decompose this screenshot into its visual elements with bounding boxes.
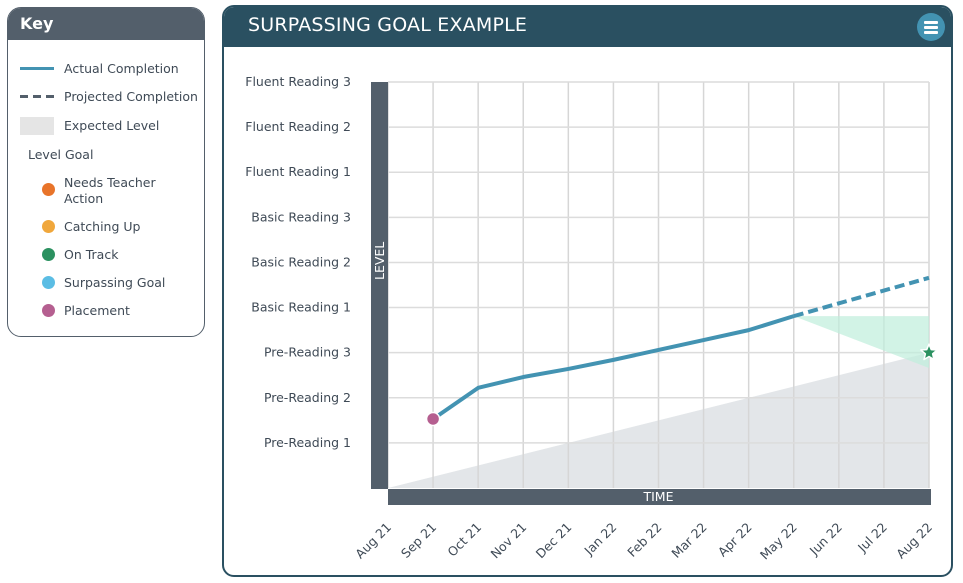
key-title: Key (8, 8, 204, 40)
key-item-expected: Expected Level (64, 118, 159, 133)
key-goal-label: On Track (64, 247, 119, 262)
x-tick-label: Feb 22 (624, 520, 664, 560)
x-tick-label: Aug 21 (352, 520, 394, 562)
x-tick-label: May 22 (757, 520, 800, 563)
x-tick-label: Jul 22 (854, 520, 890, 556)
chart-panel: SURPASSING GOAL EXAMPLE LEVEL TIME Pre-Rea… (222, 5, 953, 577)
placement-dot-icon (42, 304, 55, 317)
needs-teacher-action-dot-icon (42, 183, 55, 196)
key-goal-catching-up: Catching Up (64, 219, 140, 234)
key-goal-placement: Placement (64, 303, 130, 318)
key-goal-surpassing: Surpassing Goal (64, 275, 165, 290)
key-item-projected: Projected Completion (64, 89, 198, 104)
catching-up-dot-icon (42, 220, 55, 233)
y-tick-label: Fluent Reading 1 (245, 164, 351, 179)
surpassing-goal-dot-icon (42, 276, 55, 289)
expected-level-swatch (20, 117, 54, 135)
progress-chart: LEVEL TIME Pre-Reading 1 Pre-Reading 2 Pre-R… (245, 74, 938, 563)
y-tick-label: Fluent Reading 3 (245, 74, 351, 89)
y-tick-label: Pre-Reading 3 (264, 345, 351, 360)
level-goal-heading-text: Level Goal (28, 147, 94, 162)
on-track-dot-icon (42, 248, 55, 261)
y-tick-label: Basic Reading 2 (251, 254, 351, 269)
y-tick-label: Basic Reading 1 (251, 300, 351, 315)
x-tick-label: Jun 22 (806, 520, 845, 559)
key-item-label: Expected Level (64, 118, 160, 133)
key-goal-needs-teacher-action: Needs Teacher Action (64, 175, 184, 207)
x-tick-label: Sep 21 (398, 520, 439, 561)
level-goal-heading: Level Goal (28, 147, 93, 162)
x-axis-title: TIME (642, 489, 673, 504)
y-tick-label: Pre-Reading 1 (264, 435, 351, 450)
projected-completion-line (793, 275, 930, 319)
key-item-label: Projected Completion (64, 89, 198, 104)
key-item-actual: Actual Completion (64, 61, 179, 76)
y-axis-bar (371, 82, 388, 489)
placement-marker (425, 411, 441, 427)
key-goal-on-track: On Track (64, 247, 118, 262)
x-tick-label: Aug 22 (893, 520, 935, 562)
key-goal-label: Catching Up (64, 219, 141, 234)
x-tick-label: Dec 21 (533, 520, 575, 562)
key-goal-label: Needs Teacher Action (64, 175, 156, 206)
projected-completion-swatch (20, 95, 54, 98)
y-axis-title: LEVEL (372, 242, 387, 280)
actual-completion-swatch (20, 67, 54, 70)
key-item-label: Actual Completion (64, 61, 179, 76)
y-tick-label: Basic Reading 3 (251, 209, 351, 224)
x-tick-label: Oct 21 (444, 520, 484, 560)
x-tick-label: Jan 22 (581, 520, 620, 559)
x-tick-label: Mar 22 (668, 520, 709, 561)
y-tick-label: Fluent Reading 2 (245, 119, 351, 134)
key-goal-label: Surpassing Goal (64, 275, 166, 290)
key-goal-label: Placement (64, 303, 130, 318)
x-tick-label: Nov 21 (487, 520, 529, 562)
y-tick-label: Pre-Reading 2 (264, 390, 351, 405)
x-tick-label: Apr 22 (715, 520, 755, 560)
key-panel: Key Actual Completion Projected Completi… (7, 7, 205, 337)
projection-band (793, 316, 929, 369)
